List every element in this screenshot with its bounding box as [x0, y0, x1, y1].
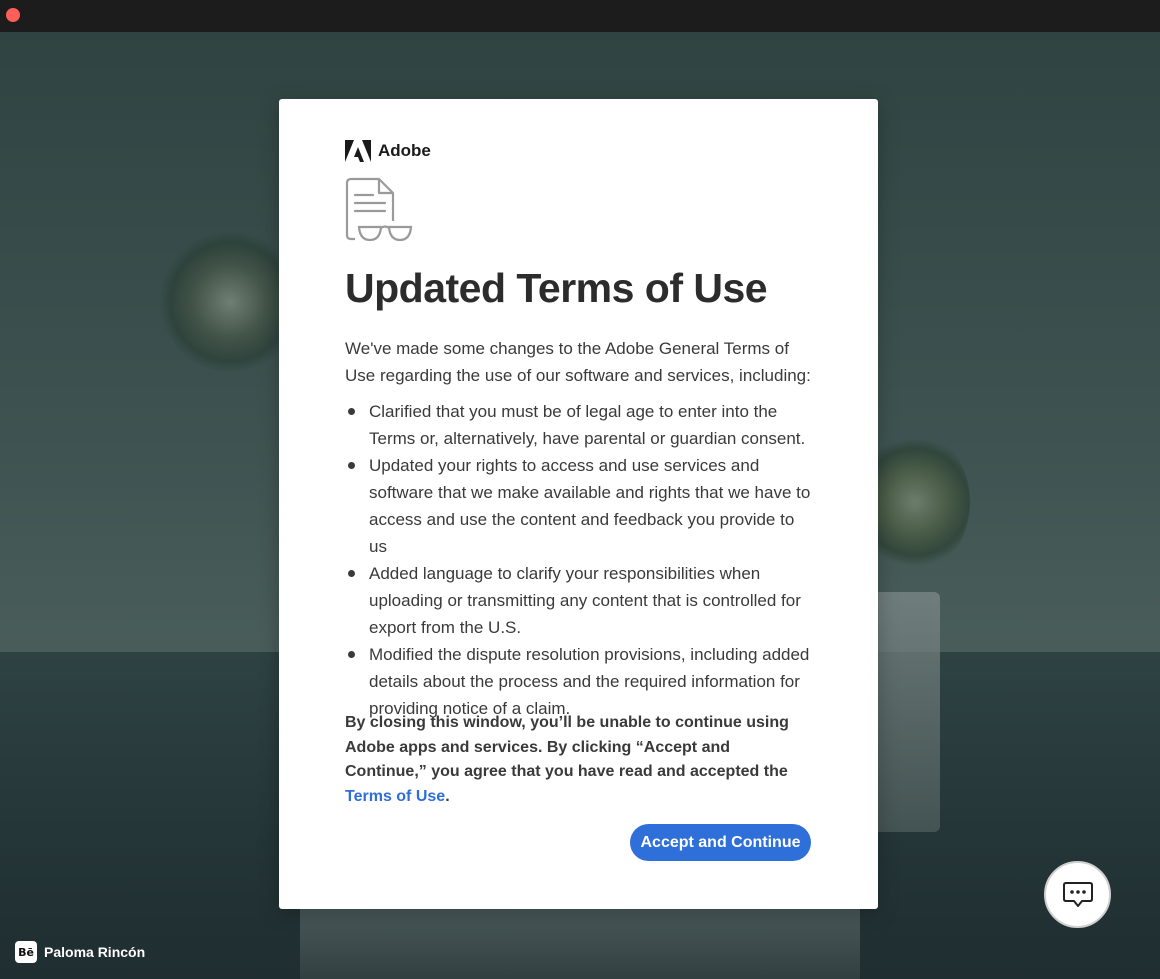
artist-name: Paloma Rincón — [44, 944, 146, 960]
changes-list: Clarified that you must be of legal age … — [345, 398, 815, 722]
intro-text: We've made some changes to the Adobe Gen… — [345, 339, 811, 385]
chat-icon — [1062, 881, 1093, 907]
adobe-logo-icon — [345, 140, 371, 162]
dialog-title: Updated Terms of Use — [345, 265, 768, 311]
notice-body: By closing this window, you’ll be unable… — [345, 714, 789, 780]
list-item: Updated your rights to access and use se… — [345, 452, 815, 560]
list-item: Clarified that you must be of legal age … — [345, 398, 815, 452]
notice-end: . — [445, 787, 450, 805]
adobe-brand: Adobe — [345, 140, 431, 162]
list-item: Modified the dispute resolution provisio… — [345, 641, 815, 722]
window-close-button[interactable] — [6, 8, 20, 22]
artist-credit[interactable]: Bē Paloma Rincón — [15, 941, 145, 963]
list-item: Added language to clarify your responsib… — [345, 560, 815, 641]
notice-text: By closing this window, you’ll be unable… — [345, 711, 815, 809]
terms-dialog: Adobe Updated Terms of Use We've made so… — [279, 99, 878, 909]
brand-name: Adobe — [378, 141, 431, 160]
behance-icon: Bē — [15, 941, 37, 963]
chat-button[interactable] — [1044, 861, 1111, 928]
document-glasses-icon — [345, 177, 413, 242]
window-titlebar — [0, 0, 1160, 32]
accept-and-continue-button[interactable]: Accept and Continue — [630, 824, 811, 861]
terms-of-use-link[interactable]: Terms of Use — [345, 788, 445, 805]
